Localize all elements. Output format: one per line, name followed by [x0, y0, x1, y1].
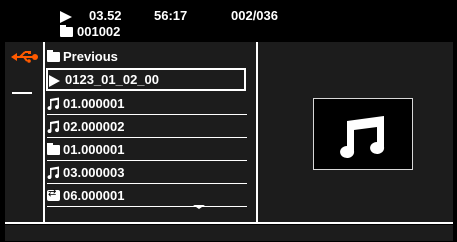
current-folder: 001002	[77, 24, 121, 39]
elapsed-time: 03.52	[89, 8, 122, 23]
browser-panel: Previous 0123_01_02_00 01.000001 02.0000…	[5, 42, 453, 224]
list-item-selected[interactable]: 0123_01_02_00	[46, 68, 246, 91]
folder-icon	[47, 143, 60, 155]
chevron-down-icon[interactable]	[193, 205, 205, 209]
list-item[interactable]: 06.000001	[47, 185, 247, 207]
list-item-label: 03.000003	[63, 165, 125, 180]
play-icon	[49, 75, 60, 87]
row-separator	[47, 160, 247, 161]
list-item-label: 02.000002	[63, 119, 125, 134]
total-time: 56:17	[154, 8, 188, 23]
list-item-label: 01.000001	[63, 142, 125, 157]
album-art-preview	[313, 98, 413, 170]
row-separator	[47, 206, 247, 207]
music-note-icon	[340, 116, 385, 158]
list-item-label: 0123_01_02_00	[65, 72, 159, 87]
list-item[interactable]: 02.000002	[47, 116, 247, 138]
track-counter: 002/036	[231, 8, 278, 23]
list-item[interactable]: 01.000001	[47, 93, 247, 115]
row-separator	[47, 137, 247, 138]
left-divider	[12, 92, 32, 94]
divider	[256, 42, 258, 222]
row-separator	[47, 183, 247, 184]
list-item-label: Previous	[63, 49, 118, 64]
status-bar: 03.52 56:17 002/036 001002	[0, 0, 457, 42]
list-item[interactable]: 03.000003	[47, 162, 247, 184]
row-separator	[47, 114, 247, 115]
folder-icon	[47, 50, 60, 62]
music-note-icon	[47, 166, 60, 179]
bottom-bar	[5, 225, 453, 241]
music-note-icon	[47, 120, 60, 133]
music-note-icon	[47, 97, 60, 110]
folder-icon	[60, 25, 73, 37]
list-item-previous[interactable]: Previous	[47, 46, 247, 68]
play-icon	[60, 11, 72, 23]
list-item-label: 06.000001	[63, 188, 125, 203]
usb-icon[interactable]	[11, 51, 39, 63]
divider	[43, 42, 45, 222]
list-item-label: 01.000001	[63, 96, 125, 111]
repeat-icon	[47, 188, 60, 201]
divider	[5, 222, 453, 224]
list-item[interactable]: 01.000001	[47, 139, 247, 161]
